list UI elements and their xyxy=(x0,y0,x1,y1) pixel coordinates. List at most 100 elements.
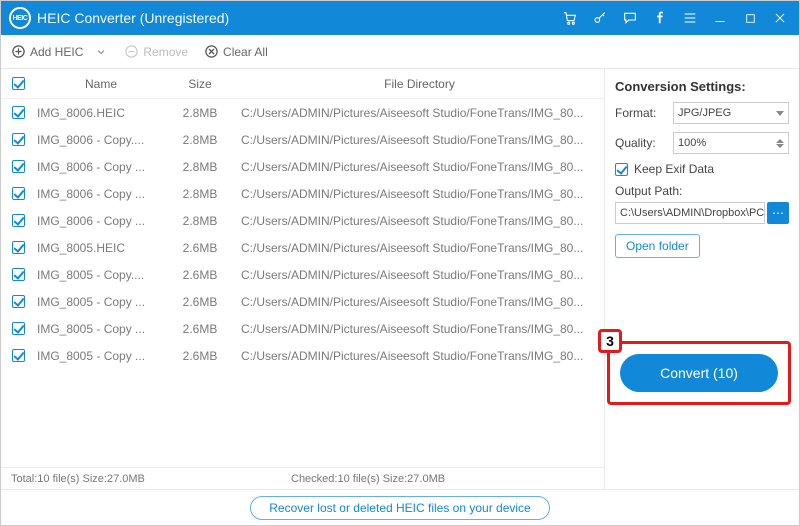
clear-all-button[interactable]: Clear All xyxy=(204,44,268,59)
table-row[interactable]: IMG_8005 - Copy....2.6MBC:/Users/ADMIN/P… xyxy=(1,261,604,288)
minus-circle-icon xyxy=(124,44,139,59)
column-name: Name xyxy=(35,77,165,91)
row-size: 2.6MB xyxy=(165,241,235,255)
spinner-icon xyxy=(776,139,784,148)
row-checkbox[interactable] xyxy=(12,295,25,308)
row-directory: C:/Users/ADMIN/Pictures/Aiseesoft Studio… xyxy=(235,214,604,228)
row-directory: C:/Users/ADMIN/Pictures/Aiseesoft Studio… xyxy=(235,322,604,336)
titlebar: HEIC HEIC Converter (Unregistered) xyxy=(1,1,799,35)
row-size: 2.6MB xyxy=(165,322,235,336)
browse-button[interactable]: ⋯ xyxy=(767,202,789,224)
row-name: IMG_8005 - Copy ... xyxy=(35,349,165,363)
row-size: 2.8MB xyxy=(165,133,235,147)
output-path-field[interactable]: C:\Users\ADMIN\Dropbox\PC\ xyxy=(615,202,765,224)
menu-icon[interactable] xyxy=(677,5,703,31)
select-all-checkbox[interactable] xyxy=(12,77,25,90)
row-name: IMG_8005 - Copy ... xyxy=(35,322,165,336)
output-path-value: C:\Users\ADMIN\Dropbox\PC\ xyxy=(620,207,765,219)
row-checkbox[interactable] xyxy=(12,187,25,200)
table-row[interactable]: IMG_8005 - Copy ...2.6MBC:/Users/ADMIN/P… xyxy=(1,288,604,315)
remove-button[interactable]: Remove xyxy=(124,44,188,59)
chevron-down-icon xyxy=(93,44,108,59)
quality-label: Quality: xyxy=(615,136,673,150)
app-window: HEIC HEIC Converter (Unregistered) Add H… xyxy=(0,0,800,526)
row-directory: C:/Users/ADMIN/Pictures/Aiseesoft Studio… xyxy=(235,349,604,363)
facebook-icon[interactable] xyxy=(647,5,673,31)
format-label: Format: xyxy=(615,106,673,120)
settings-heading: Conversion Settings: xyxy=(615,79,789,94)
row-directory: C:/Users/ADMIN/Pictures/Aiseesoft Studio… xyxy=(235,187,604,201)
file-list: IMG_8006.HEIC2.8MBC:/Users/ADMIN/Picture… xyxy=(1,99,604,467)
row-name: IMG_8006 - Copy ... xyxy=(35,214,165,228)
row-checkbox[interactable] xyxy=(12,241,25,254)
annotation-highlight: Convert (10) xyxy=(607,341,791,405)
settings-panel: Conversion Settings: Format: JPG/JPEG Qu… xyxy=(605,69,799,489)
format-value: JPG/JPEG xyxy=(678,107,731,119)
row-size: 2.6MB xyxy=(165,268,235,282)
quality-stepper[interactable]: 100% xyxy=(673,132,789,154)
cart-icon[interactable] xyxy=(557,5,583,31)
table-row[interactable]: IMG_8006 - Copy....2.8MBC:/Users/ADMIN/P… xyxy=(1,126,604,153)
convert-button[interactable]: Convert (10) xyxy=(620,354,778,392)
row-checkbox[interactable] xyxy=(12,268,25,281)
add-heic-button[interactable]: Add HEIC xyxy=(11,44,108,59)
recover-link[interactable]: Recover lost or deleted HEIC files on yo… xyxy=(250,496,549,520)
remove-label: Remove xyxy=(143,45,188,59)
table-row[interactable]: IMG_8005 - Copy ...2.6MBC:/Users/ADMIN/P… xyxy=(1,315,604,342)
table-row[interactable]: IMG_8006.HEIC2.8MBC:/Users/ADMIN/Picture… xyxy=(1,99,604,126)
row-directory: C:/Users/ADMIN/Pictures/Aiseesoft Studio… xyxy=(235,295,604,309)
format-select[interactable]: JPG/JPEG xyxy=(673,102,789,124)
table-row[interactable]: IMG_8006 - Copy ...2.8MBC:/Users/ADMIN/P… xyxy=(1,180,604,207)
close-button[interactable] xyxy=(767,5,793,31)
row-checkbox[interactable] xyxy=(12,322,25,335)
annotation-step-badge: 3 xyxy=(598,329,622,353)
column-size: Size xyxy=(165,77,235,91)
maximize-button[interactable] xyxy=(737,5,763,31)
table-row[interactable]: IMG_8005.HEIC2.6MBC:/Users/ADMIN/Picture… xyxy=(1,234,604,261)
row-directory: C:/Users/ADMIN/Pictures/Aiseesoft Studio… xyxy=(235,241,604,255)
key-icon[interactable] xyxy=(587,5,613,31)
table-row[interactable]: IMG_8006 - Copy ...2.8MBC:/Users/ADMIN/P… xyxy=(1,153,604,180)
open-folder-button[interactable]: Open folder xyxy=(615,234,700,258)
row-name: IMG_8006 - Copy.... xyxy=(35,133,165,147)
row-name: IMG_8005 - Copy ... xyxy=(35,295,165,309)
chevron-down-icon xyxy=(776,111,784,116)
row-size: 2.8MB xyxy=(165,214,235,228)
row-directory: C:/Users/ADMIN/Pictures/Aiseesoft Studio… xyxy=(235,106,604,120)
row-checkbox[interactable] xyxy=(12,214,25,227)
row-checkbox[interactable] xyxy=(12,133,25,146)
footer: Recover lost or deleted HEIC files on yo… xyxy=(1,489,799,525)
minimize-button[interactable] xyxy=(707,5,733,31)
status-total: Total:10 file(s) Size:27.0MB xyxy=(11,473,291,485)
app-logo-icon: HEIC xyxy=(9,7,31,29)
keep-exif-label: Keep Exif Data xyxy=(634,162,714,176)
add-heic-label: Add HEIC xyxy=(30,45,83,59)
row-size: 2.8MB xyxy=(165,106,235,120)
row-directory: C:/Users/ADMIN/Pictures/Aiseesoft Studio… xyxy=(235,133,604,147)
feedback-icon[interactable] xyxy=(617,5,643,31)
row-checkbox[interactable] xyxy=(12,349,25,362)
row-name: IMG_8006 - Copy ... xyxy=(35,160,165,174)
row-size: 2.8MB xyxy=(165,187,235,201)
x-circle-icon xyxy=(204,44,219,59)
row-checkbox[interactable] xyxy=(12,160,25,173)
row-size: 2.6MB xyxy=(165,349,235,363)
row-directory: C:/Users/ADMIN/Pictures/Aiseesoft Studio… xyxy=(235,160,604,174)
row-size: 2.8MB xyxy=(165,160,235,174)
row-name: IMG_8006 - Copy ... xyxy=(35,187,165,201)
status-checked: Checked:10 file(s) Size:27.0MB xyxy=(291,473,445,485)
clear-all-label: Clear All xyxy=(223,45,268,59)
window-title: HEIC Converter (Unregistered) xyxy=(37,10,229,26)
quality-value: 100% xyxy=(678,137,706,149)
plus-circle-icon xyxy=(11,44,26,59)
row-name: IMG_8006.HEIC xyxy=(35,106,165,120)
list-header: Name Size File Directory xyxy=(1,69,604,99)
keep-exif-checkbox[interactable] xyxy=(615,163,628,176)
output-path-label: Output Path: xyxy=(615,184,789,198)
row-directory: C:/Users/ADMIN/Pictures/Aiseesoft Studio… xyxy=(235,268,604,282)
row-checkbox[interactable] xyxy=(12,106,25,119)
table-row[interactable]: IMG_8005 - Copy ...2.6MBC:/Users/ADMIN/P… xyxy=(1,342,604,369)
row-name: IMG_8005 - Copy.... xyxy=(35,268,165,282)
toolbar: Add HEIC Remove Clear All xyxy=(1,35,799,69)
table-row[interactable]: IMG_8006 - Copy ...2.8MBC:/Users/ADMIN/P… xyxy=(1,207,604,234)
